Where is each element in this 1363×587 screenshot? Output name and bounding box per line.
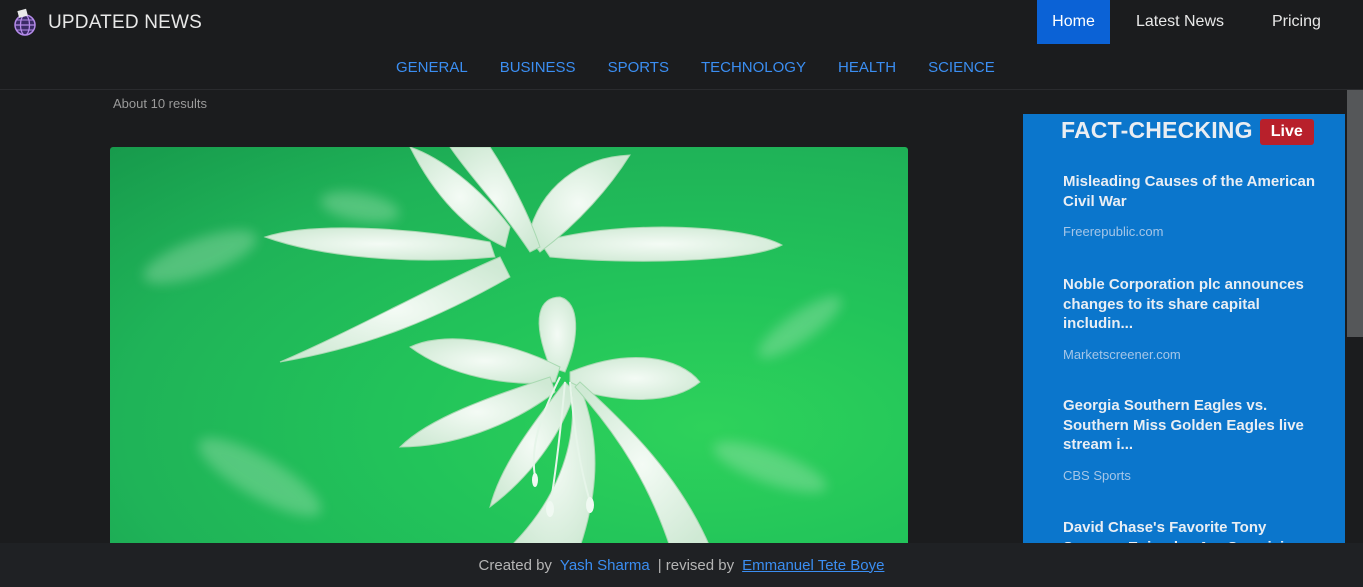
results-count: About 10 results	[113, 96, 207, 111]
globe-newspaper-icon	[14, 8, 36, 36]
category-list: GENERAL BUSINESS SPORTS TECHNOLOGY HEALT…	[380, 45, 1011, 90]
sidebar-title: FACT-CHECKING	[1061, 117, 1253, 143]
sidebar-header: FACT-CHECKING Live	[1061, 116, 1314, 145]
category-science[interactable]: SCIENCE	[912, 45, 1011, 90]
category-general[interactable]: GENERAL	[380, 45, 484, 90]
sidebar-article[interactable]: Misleading Causes of the American Civil …	[1063, 172, 1315, 239]
nav-pricing[interactable]: Pricing	[1250, 0, 1363, 44]
sidebar-article-source: Freerepublic.com	[1063, 224, 1164, 239]
author-link[interactable]: Yash Sharma	[560, 557, 650, 574]
category-health[interactable]: HEALTH	[822, 45, 912, 90]
sidebar-article[interactable]: Georgia Southern Eagles vs. Southern Mis…	[1063, 396, 1315, 483]
category-sports[interactable]: SPORTS	[592, 45, 685, 90]
category-technology[interactable]: TECHNOLOGY	[685, 45, 822, 90]
sidebar-article-title[interactable]: Misleading Causes of the American Civil …	[1063, 172, 1315, 211]
nav-latest-news[interactable]: Latest News	[1110, 0, 1250, 44]
footer-created-by: Created by	[478, 556, 552, 574]
sidebar-article-source: CBS Sports	[1063, 467, 1131, 483]
sidebar-article-source: Marketscreener.com	[1063, 346, 1181, 362]
main-nav: Home Latest News Pricing	[1037, 0, 1363, 44]
reviser-link[interactable]: Emmanuel Tete Boye	[742, 557, 884, 574]
sidebar-article-title[interactable]: Georgia Southern Eagles vs. Southern Mis…	[1063, 396, 1315, 455]
live-badge: Live	[1259, 119, 1314, 145]
fact-checking-sidebar: FACT-CHECKING Live Misleading Causes of …	[1023, 114, 1345, 556]
sidebar-article-title[interactable]: Noble Corporation plc announces changes …	[1063, 275, 1315, 334]
category-bar: GENERAL BUSINESS SPORTS TECHNOLOGY HEALT…	[0, 45, 1363, 90]
article-image[interactable]	[110, 147, 908, 547]
scrollbar-thumb[interactable]	[1347, 90, 1363, 337]
brand[interactable]: UPDATED NEWS	[12, 8, 202, 38]
category-business[interactable]: BUSINESS	[484, 45, 592, 90]
lily-flower-image	[143, 147, 842, 547]
nav-home[interactable]: Home	[1037, 0, 1110, 44]
sidebar-article[interactable]: Noble Corporation plc announces changes …	[1063, 275, 1315, 362]
footer: Created by Yash Sharma | revised by Emma…	[0, 543, 1363, 587]
brand-name: UPDATED NEWS	[48, 12, 203, 33]
footer-revised-by: | revised by	[657, 556, 735, 574]
top-navbar: UPDATED NEWS Home Latest News Pricing	[0, 0, 1363, 45]
